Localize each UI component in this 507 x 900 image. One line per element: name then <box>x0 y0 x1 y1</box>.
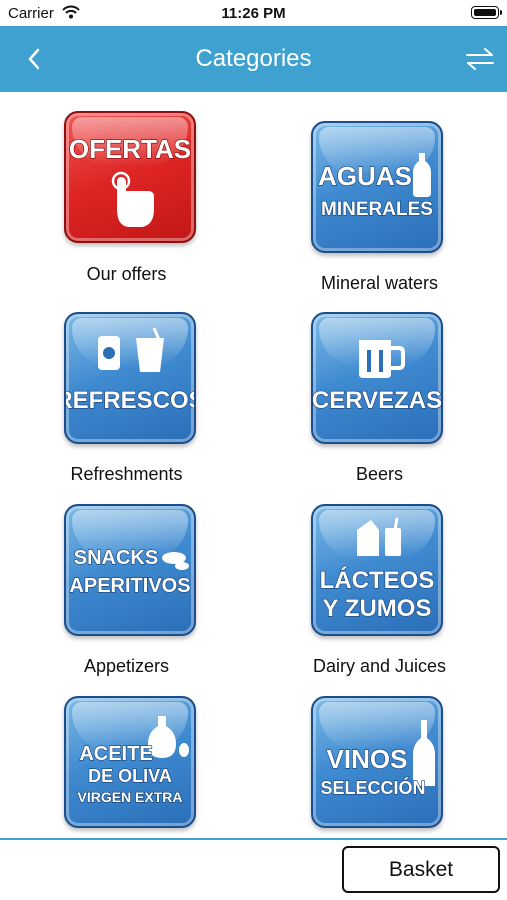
milk-carton-icon: LÁCTEOS Y ZUMOS <box>319 517 435 623</box>
swap-arrows-icon[interactable] <box>463 44 497 74</box>
beer-mug-icon: CERVEZAS <box>313 340 441 415</box>
svg-text:LÁCTEOS: LÁCTEOS <box>320 566 435 594</box>
svg-text:CERVEZAS: CERVEZAS <box>313 387 441 414</box>
drink-can-glass-icon: REFRESCOS <box>66 327 194 415</box>
svg-text:Y ZUMOS: Y ZUMOS <box>323 595 432 622</box>
category-item-appetizers[interactable]: SNACKS APERITIVOS Appetizers <box>0 476 253 676</box>
navigation-bar: Categories <box>0 26 507 92</box>
category-item-refreshments[interactable]: REFRESCOS Refreshments <box>0 284 253 484</box>
svg-text:VIRGEN EXTRA: VIRGEN EXTRA <box>77 789 182 805</box>
olive-oil-bottle-icon: ACEITE DE OLIVA VIRGEN EXTRA <box>77 716 189 806</box>
svg-text:VINOS: VINOS <box>327 744 408 774</box>
appetizers-tile[interactable]: SNACKS APERITIVOS <box>64 504 196 636</box>
category-grid: OFERTAS Our offers AGUAS MINERALES Miner… <box>0 92 507 840</box>
svg-text:APERITIVOS: APERITIVOS <box>69 575 190 597</box>
status-bar: Carrier 11:26 PM <box>0 0 507 26</box>
dairy-juices-tile[interactable]: LÁCTEOS Y ZUMOS <box>311 504 443 636</box>
category-item-beers[interactable]: CERVEZAS Beers <box>253 284 506 484</box>
wines-tile[interactable]: VINOS SELECCIÓN <box>311 696 443 828</box>
clock: 11:26 PM <box>221 5 286 22</box>
category-label: Our offers <box>86 264 167 284</box>
category-item-dairy-juices[interactable]: LÁCTEOS Y ZUMOS Dairy and Juices <box>253 476 506 676</box>
svg-text:SELECCIÓN: SELECCIÓN <box>320 777 425 798</box>
svg-text:DE OLIVA: DE OLIVA <box>88 766 172 786</box>
svg-text:ACEITE: ACEITE <box>79 743 152 765</box>
beers-tile[interactable]: CERVEZAS <box>311 312 443 444</box>
mineral-waters-tile[interactable]: AGUAS MINERALES <box>311 121 443 253</box>
olive-oil-tile[interactable]: ACEITE DE OLIVA VIRGEN EXTRA <box>64 696 196 828</box>
category-item-olive-oil[interactable]: ACEITE DE OLIVA VIRGEN EXTRA <box>0 668 253 840</box>
water-bottle-icon: AGUAS MINERALES <box>317 153 434 221</box>
category-item-wines[interactable]: VINOS SELECCIÓN <box>253 668 506 840</box>
svg-text:MINERALES: MINERALES <box>321 199 433 220</box>
basket-button[interactable]: Basket <box>342 846 500 893</box>
category-item-mineral-waters[interactable]: AGUAS MINERALES Mineral waters <box>253 92 506 293</box>
category-item-offers[interactable]: OFERTAS Our offers <box>0 92 253 284</box>
page-title: Categories <box>195 45 312 72</box>
offers-tile[interactable]: OFERTAS <box>64 111 196 243</box>
snacks-icon: SNACKS APERITIVOS <box>69 546 191 597</box>
pointing-hand-icon: OFERTAS <box>68 133 192 227</box>
refreshments-tile[interactable]: REFRESCOS <box>64 312 196 444</box>
svg-text:REFRESCOS: REFRESCOS <box>66 387 194 414</box>
svg-text:OFERTAS: OFERTAS <box>69 134 191 164</box>
svg-text:AGUAS: AGUAS <box>318 161 412 191</box>
battery-icon <box>471 6 502 19</box>
svg-text:SNACKS: SNACKS <box>74 547 158 569</box>
wine-bottle-icon: VINOS SELECCIÓN <box>320 720 435 799</box>
